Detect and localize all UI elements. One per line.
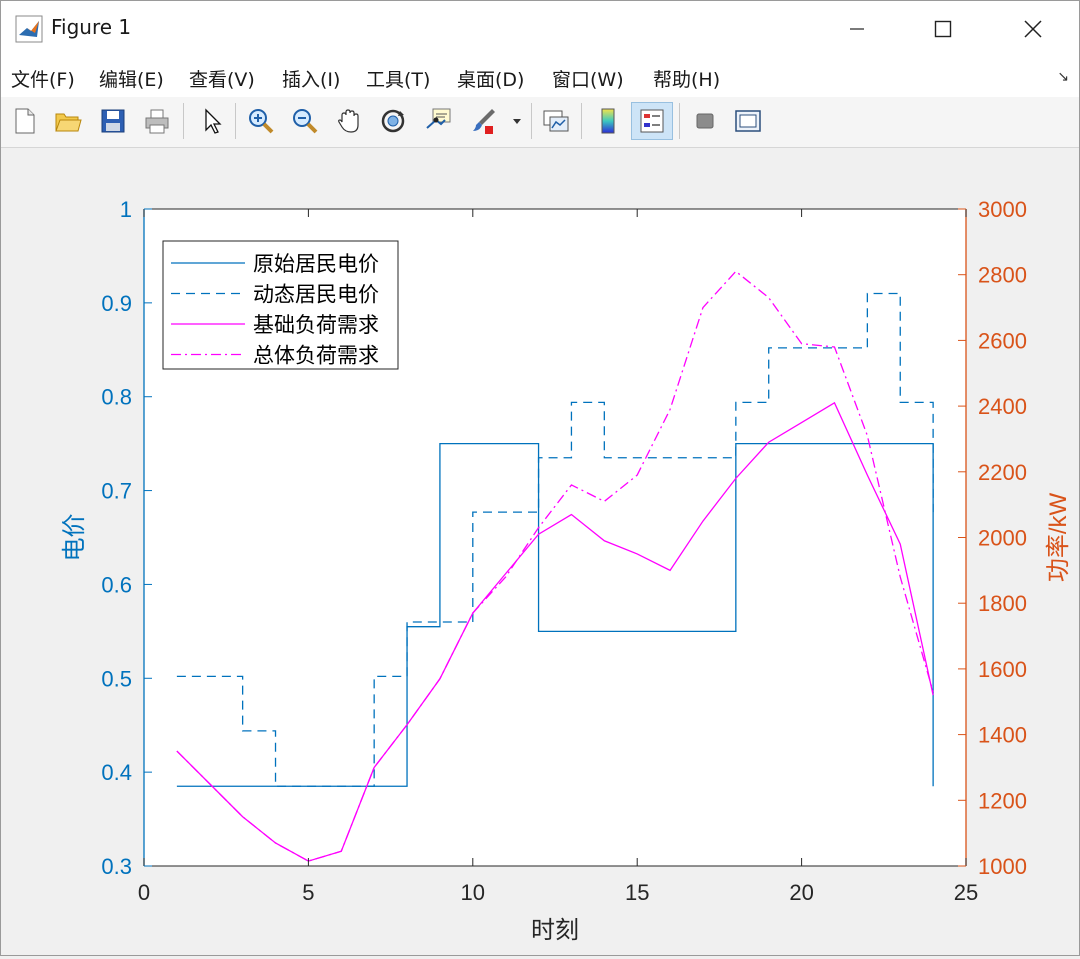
edit-plot-button[interactable] [192,102,230,140]
insert-colorbar-button[interactable] [589,102,627,140]
y-axis-left-label: 电价 [61,514,88,562]
toolbar-separator [531,103,532,139]
pan-button[interactable] [330,102,368,140]
dropdown-arrow-icon [513,119,521,124]
menu-help[interactable]: 帮助(H) [653,65,720,92]
toolbar-separator [581,103,582,139]
menu-edit[interactable]: 编辑(E) [99,65,164,92]
zoom-out-button[interactable] [286,102,324,140]
menu-file[interactable]: 文件(F) [11,65,75,92]
y-left-tick-label: 0.9 [101,291,132,316]
figure-window: Figure 1 文件(F) 编辑(E) 查看(V) 插入(I) 工具(T) 桌… [0,0,1080,956]
link-plot-button[interactable] [537,102,575,140]
y-right-tick-label: 2000 [978,526,1027,551]
x-tick-label: 15 [625,880,649,905]
menu-overflow-icon[interactable]: ↘ [1057,69,1069,85]
brush-icon [473,109,495,134]
folder-open-icon [55,113,82,132]
zoom-out-icon [293,109,318,134]
toolbar-separator [679,103,680,139]
menu-bar: 文件(F) 编辑(E) 查看(V) 插入(I) 工具(T) 桌面(D) 窗口(W… [1,57,1079,97]
hide-plot-tools-icon [696,113,714,129]
hand-icon [338,109,359,133]
show-plot-tools-button[interactable] [729,102,767,140]
y-right-tick-label: 2600 [978,328,1027,353]
y-left-tick-label: 0.8 [101,385,132,410]
legend-icon [640,109,664,133]
x-tick-label: 5 [302,880,314,905]
matlab-logo-icon [15,15,43,43]
menu-insert[interactable]: 插入(I) [282,65,340,92]
y-right-tick-label: 1000 [978,854,1027,879]
print-button[interactable] [138,102,176,140]
y-right-tick-label: 3000 [978,197,1027,222]
y-left-tick-label: 0.6 [101,572,132,597]
colorbar-icon [601,108,615,134]
zoom-in-button[interactable] [242,102,280,140]
chart-svg: 0 5 10 15 20 25 0.3 0.4 0.5 0.6 0.7 0.8 0.9 1 1000 1200… [61,197,1072,944]
figure-toolbar [1,97,1079,148]
pointer-arrow-icon [205,108,222,134]
legend-label: 原始居民电价 [253,252,379,276]
y-axis-right-label: 功率/kW [1045,492,1072,582]
y-right-tick-label: 2200 [978,460,1027,485]
y-right-tick-label: 1800 [978,591,1027,616]
insert-legend-button[interactable] [631,102,673,140]
hide-plot-tools-button[interactable] [686,102,724,140]
data-tip-icon [426,108,451,129]
maximize-icon [934,20,952,38]
minimize-icon [850,28,864,30]
save-button[interactable] [94,102,132,140]
y-right-tick-label: 1400 [978,723,1027,748]
menu-view[interactable]: 查看(V) [189,65,255,92]
brush-dropdown-button[interactable] [506,102,528,140]
legend-label: 动态居民电价 [253,283,379,307]
y-right-tick-label: 2800 [978,263,1027,288]
show-plot-tools-icon [735,110,761,132]
zoom-in-icon [249,109,274,134]
window-title: Figure 1 [51,15,132,39]
menu-tools[interactable]: 工具(T) [366,65,430,92]
x-tick-label: 20 [789,880,813,905]
new-figure-button[interactable] [5,102,43,140]
title-bar: Figure 1 [1,1,1079,57]
legend-label: 基础负荷需求 [253,313,379,337]
x-axis-label: 时刻 [531,917,579,944]
link-plot-icon [543,110,569,132]
x-tick-label: 10 [461,880,485,905]
floppy-disk-icon [101,109,125,133]
y-left-tick-label: 0.3 [101,854,132,879]
x-tick-label: 0 [138,880,150,905]
legend[interactable]: 原始居民电价动态居民电价基础负荷需求总体负荷需求 [162,240,399,370]
new-file-icon [15,108,35,134]
y-right-tick-label: 1600 [978,657,1027,682]
y-left-tick-label: 0.5 [101,666,132,691]
data-cursor-button[interactable] [419,102,457,140]
rotate-3d-icon [381,109,405,133]
printer-icon [145,109,169,134]
y-right-tick-label: 2400 [978,394,1027,419]
y-right-tick-label: 1200 [978,788,1027,813]
maximize-button[interactable] [903,1,983,57]
toolbar-separator [183,103,184,139]
brush-button[interactable] [464,102,502,140]
close-icon [1024,20,1042,38]
close-button[interactable] [993,1,1073,57]
y-left-tick-label: 1 [120,197,132,222]
open-file-button[interactable] [49,102,87,140]
menu-desktop[interactable]: 桌面(D) [457,65,524,92]
plot-area: 0 5 10 15 20 25 0.3 0.4 0.5 0.6 0.7 0.8 0.9 1 1000 1200… [1,148,1079,955]
menu-window[interactable]: 窗口(W) [552,65,624,92]
y-left-tick-label: 0.7 [101,479,132,504]
rotate-3d-button[interactable] [374,102,412,140]
y-left-tick-label: 0.4 [101,760,132,785]
legend-label: 总体负荷需求 [253,344,379,368]
minimize-button[interactable] [817,1,897,57]
x-tick-label: 25 [954,880,978,905]
toolbar-separator [235,103,236,139]
